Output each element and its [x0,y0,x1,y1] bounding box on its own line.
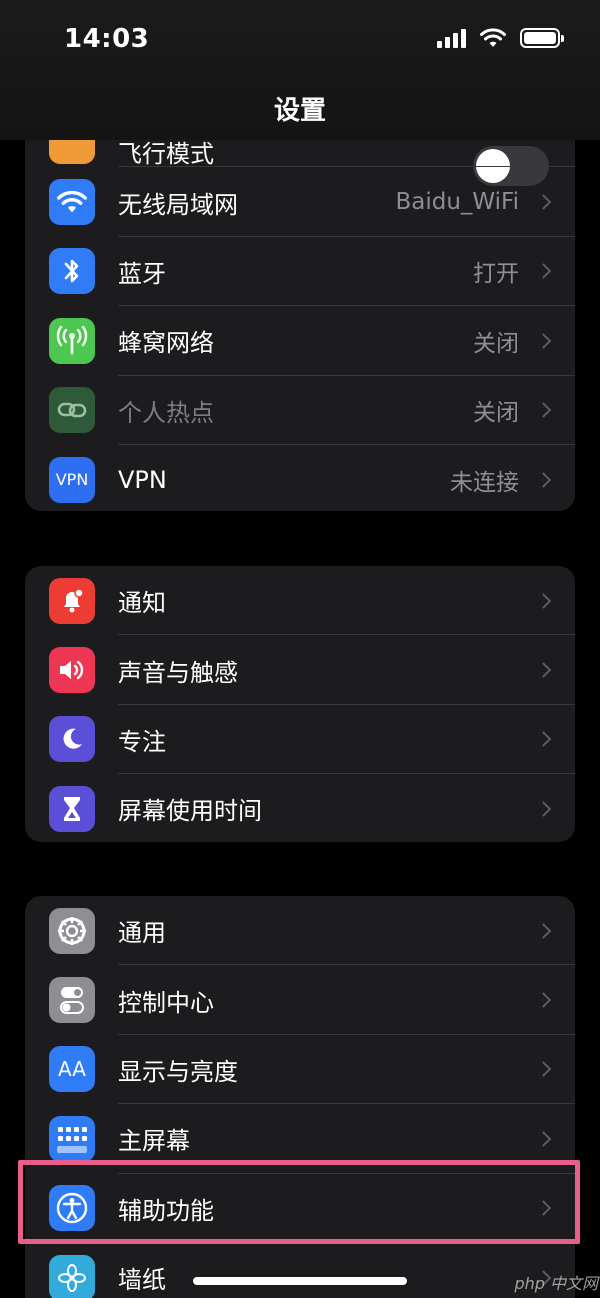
text-size-icon-text: AA [58,1057,86,1082]
row-label: 墙纸 [118,1266,166,1295]
status-time: 14:03 [64,24,150,54]
row-label: 控制中心 [118,988,214,1017]
row-value: 打开 [473,261,519,288]
chevron-right-icon [535,922,552,939]
settings-row-cellular[interactable]: 蜂窝网络 关闭 [25,306,575,376]
chevron-right-icon [535,263,552,280]
vpn-icon-text: VPN [55,470,89,490]
settings-row-accessibility[interactable]: 辅助功能 [25,1174,575,1243]
chevron-right-icon [535,333,552,349]
chevron-right-icon [535,662,552,678]
settings-row-bluetooth[interactable]: 蓝牙 打开 [25,237,575,307]
row-label: 无线局域网 [118,190,238,219]
chevron-right-icon [535,402,552,419]
chevron-right-icon [535,1131,552,1147]
general-group: 通用 控制中心 AA 显示与亮度 主屏幕 辅助功能 墙纸 [25,896,575,1298]
hourglass-icon [49,785,95,832]
battery-icon [520,28,564,48]
gear-icon [49,907,95,954]
row-label: 屏幕使用时间 [118,797,262,826]
row-label: 主屏幕 [118,1127,190,1156]
vpn-icon: VPN [49,456,95,503]
settings-row-wifi[interactable]: 无线局域网 Baidu_WiFi [25,167,575,237]
settings-row-wallpaper[interactable]: 墙纸 [25,1243,575,1298]
chevron-right-icon [535,992,552,1008]
settings-row-focus[interactable]: 专注 [25,705,575,775]
row-label: 蓝牙 [118,259,166,288]
connectivity-group: 飞行模式 无线局域网 Baidu_WiFi 蓝牙 打开 蜂窝网络 关闭 个人热点… [25,98,575,511]
chevron-right-icon [535,1061,552,1078]
antenna-icon [49,317,95,364]
chevron-right-icon [535,592,552,609]
chevron-right-icon [535,194,552,210]
wifi-icon [49,179,95,226]
hotspot-chain-icon [49,387,95,434]
settings-row-general[interactable]: 通用 [25,896,575,966]
settings-row-notifications[interactable]: 通知 [25,566,575,636]
bluetooth-icon [49,248,95,295]
watermark: php 中文网 [514,1274,598,1293]
row-label: 通知 [118,589,166,618]
accessibility-icon [49,1185,95,1232]
text-size-icon: AA [49,1046,95,1093]
app-grid-icon [49,1115,95,1162]
chevron-right-icon [535,731,552,748]
chevron-right-icon [535,1200,552,1217]
notifications-group: 通知 声音与触感 专注 屏幕使用时间 [25,566,575,842]
notification-bell-icon [49,577,95,624]
row-value: 关闭 [473,400,519,427]
settings-row-sounds[interactable]: 声音与触感 [25,635,575,705]
row-label: 蜂窝网络 [118,329,214,358]
settings-row-hotspot[interactable]: 个人热点 关闭 [25,376,575,445]
chevron-right-icon [535,801,552,817]
row-label: 显示与亮度 [118,1057,238,1086]
settings-row-control-center[interactable]: 控制中心 [25,965,575,1035]
speaker-icon [49,647,95,694]
chevron-right-icon [535,471,552,488]
row-label: VPN [118,465,167,494]
cellular-signal-icon [437,28,466,48]
settings-row-home-screen[interactable]: 主屏幕 [25,1104,575,1174]
settings-row-vpn[interactable]: VPN VPN 未连接 [25,445,575,511]
row-label: 辅助功能 [118,1196,214,1225]
settings-row-screen-time[interactable]: 屏幕使用时间 [25,774,575,842]
top-bar: 14:03 设置 [0,0,600,140]
row-label: 专注 [118,727,166,756]
row-label: 通用 [118,919,166,948]
home-indicator[interactable] [193,1277,407,1285]
page-title: 设置 [273,96,326,126]
row-label: 个人热点 [118,398,214,427]
row-value: 未连接 [450,469,519,496]
flower-icon [49,1254,95,1298]
wifi-status-icon [480,28,506,47]
row-label: 声音与触感 [118,658,238,687]
settings-row-display[interactable]: AA 显示与亮度 [25,1035,575,1105]
row-value: Baidu_WiFi [395,189,519,216]
moon-icon [49,716,95,763]
row-value: 关闭 [473,330,519,357]
toggles-icon [49,977,95,1024]
status-icons [437,28,564,48]
